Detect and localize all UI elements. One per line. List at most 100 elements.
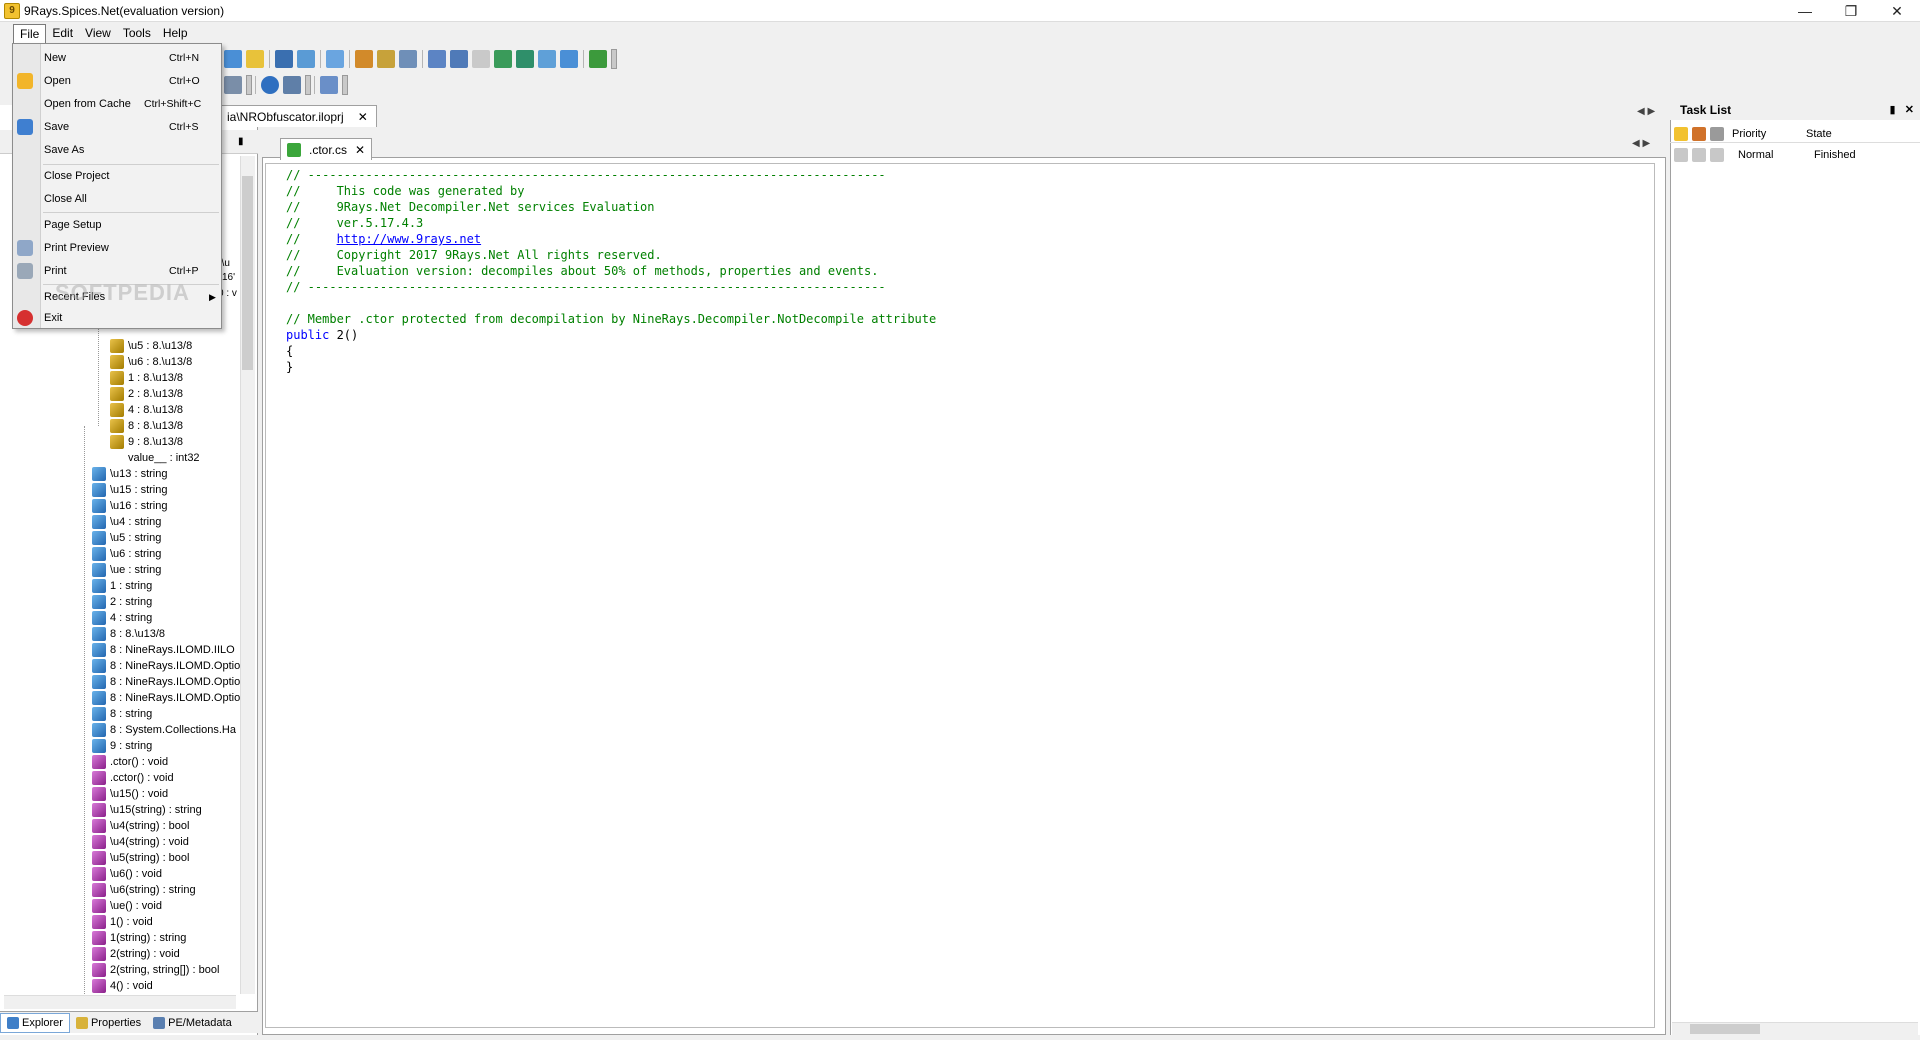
tree-node[interactable]: 9 : 8.\u13/8 [110,434,183,450]
tree-node[interactable]: \u13 : string [92,466,167,482]
menu-file[interactable]: File [13,23,47,43]
tab-explorer[interactable]: Explorer [0,1012,70,1033]
tree-node[interactable]: \u4(string) : void [92,834,189,850]
disabled-icon[interactable] [472,50,490,68]
tree-node[interactable]: 8 : 8.\u13/8 [92,626,165,642]
assembly-icon[interactable] [450,50,468,68]
tree-node[interactable]: 8 : NineRays.ILOMD.IILO [92,642,235,658]
menu-item-new[interactable]: New Ctrl+N [13,47,221,69]
tree-node[interactable]: \u15 : string [92,482,167,498]
tree-node[interactable]: 8 : 8.\u13/8 [110,418,183,434]
close-window-button[interactable]: ✕ [1874,0,1920,22]
menu-item-page-setup[interactable]: Page Setup [13,214,221,236]
refresh-icon[interactable] [560,50,578,68]
task-row[interactable]: Normal Finished [1670,146,1920,164]
menu-item-save-as[interactable]: Save As [13,139,221,161]
tree-node[interactable]: \u5(string) : bool [92,850,189,866]
menu-edit[interactable]: Edit [46,24,79,42]
document-icon[interactable] [320,76,338,94]
tree-node[interactable]: \u5 : string [92,530,161,546]
tree-node[interactable]: .ctor() : void [92,754,168,770]
tree-node[interactable]: 8 : NineRays.ILOMD.Optio [92,674,240,690]
tree-node[interactable]: 9 : string [92,738,152,754]
open-project-icon[interactable] [224,50,242,68]
tree-node[interactable]: \u4(string) : bool [92,818,189,834]
windows-icon[interactable] [399,50,417,68]
restore-button[interactable]: ❐ [1828,0,1874,22]
tree-node[interactable]: value__ : int32 [110,450,200,466]
tab-properties[interactable]: Properties [70,1013,147,1033]
toolbar-grip-icon[interactable] [305,75,311,95]
plugin-icon[interactable] [589,50,607,68]
tree-node[interactable]: \ue() : void [92,898,162,914]
menu-item-close-all[interactable]: Close All [13,188,221,210]
tree-node[interactable]: 1(string) : string [92,930,186,946]
favorite-icon[interactable] [246,50,264,68]
tree-node[interactable]: 8 : NineRays.ILOMD.Optio [92,658,240,674]
explorer-horizontal-scrollbar[interactable] [4,995,236,1009]
tree-node[interactable]: .cctor() : void [92,770,174,786]
editor-tab-ctor[interactable]: .ctor.cs ✕ [280,138,373,160]
menu-item-print-preview[interactable]: Print Preview [13,237,221,259]
tree-node[interactable]: 2(string, string[]) : bool [92,962,219,978]
tree-node[interactable]: 4 : 8.\u13/8 [110,402,183,418]
tree-node[interactable]: \u15(string) : string [92,802,202,818]
explorer-scroll-thumb[interactable] [242,176,253,370]
tree-node[interactable]: \u15() : void [92,786,168,802]
tree-node[interactable]: 2 : string [92,594,152,610]
globe-icon[interactable] [261,76,279,94]
tree-node[interactable]: 8 : System.Collections.Ha [92,722,236,738]
close-icon[interactable]: ✕ [1905,104,1914,116]
tree-node[interactable]: 4() : void [92,978,153,994]
pin-icon[interactable]: ▮ [238,136,244,147]
check-icon[interactable] [516,50,534,68]
column-priority[interactable]: Priority [1732,128,1806,140]
tab-pe-metadata[interactable]: PE/Metadata [147,1013,238,1033]
menu-view[interactable]: View [79,24,117,42]
tree-icon[interactable] [377,50,395,68]
tree-node[interactable]: 4 : string [92,610,152,626]
menu-item-print[interactable]: Print Ctrl+P [13,260,221,282]
toolbar-grip-icon[interactable] [342,75,348,95]
minimize-button[interactable]: — [1782,0,1828,22]
window-icon[interactable] [538,50,556,68]
hierarchy-icon[interactable] [355,50,373,68]
build-icon[interactable] [283,76,301,94]
menu-item-close-project[interactable]: Close Project [13,165,221,187]
tree-node[interactable]: \u6(string) : string [92,882,196,898]
menu-tools[interactable]: Tools [117,24,157,42]
mail-icon[interactable] [326,50,344,68]
tree-node[interactable]: 1() : void [92,914,153,930]
project-tab-close-icon[interactable]: ✕ [358,110,368,124]
toolbar-grip-icon[interactable] [611,49,617,69]
tree-node[interactable]: \u16 : string [92,498,167,514]
project-tab[interactable]: ia\NRObfuscator.iloprj ✕ [218,105,377,127]
menu-item-open-from-cache[interactable]: Open from Cache Ctrl+Shift+C [13,93,221,115]
menu-item-exit[interactable]: Exit [13,307,221,329]
task-list-scroll-thumb[interactable] [1690,1024,1760,1034]
editor-tab-close-icon[interactable]: ✕ [355,143,365,157]
pin-icon[interactable]: ▮ [1890,104,1896,116]
menu-item-open[interactable]: Open Ctrl+O [13,70,221,92]
column-state[interactable]: State [1806,128,1832,140]
tree-node[interactable]: \u6() : void [92,866,162,882]
copy-icon[interactable] [428,50,446,68]
tree-node[interactable]: 1 : string [92,578,152,594]
tree-node[interactable]: 1 : 8.\u13/8 [110,370,183,386]
menu-help[interactable]: Help [157,24,194,42]
tree-node[interactable]: \u6 : 8.\u13/8 [110,354,192,370]
tree-node[interactable]: 8 : string [92,706,152,722]
tree-node[interactable]: \u5 : 8.\u13/8 [110,338,192,354]
project-tab-nav-arrows[interactable]: ◀ ▶ [1637,106,1655,117]
checklist-icon[interactable] [494,50,512,68]
settings-icon[interactable] [297,50,315,68]
tree-node[interactable]: 2 : 8.\u13/8 [110,386,183,402]
tree-node[interactable]: 2(string) : void [92,946,180,962]
list-icon[interactable] [224,76,242,94]
tree-node[interactable]: 8 : NineRays.ILOMD.Optio [92,690,240,706]
editor-nav-arrows[interactable]: ◀ ▶ [1632,138,1650,149]
tree-node[interactable]: \u6 : string [92,546,161,562]
code-link[interactable]: http://www.9rays.net [337,232,482,246]
toolbar-grip-icon[interactable] [246,75,252,95]
tree-node[interactable]: \ue : string [92,562,161,578]
